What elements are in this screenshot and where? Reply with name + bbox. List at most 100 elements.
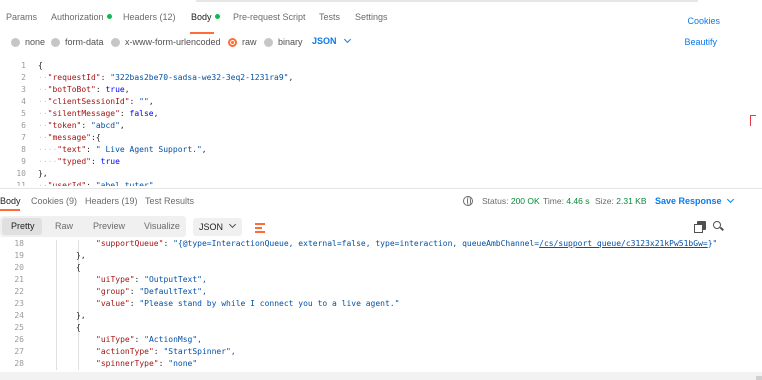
cookies-link[interactable]: Cookies <box>687 16 720 26</box>
code-text: ····"text": " Live Agent Support.", <box>38 145 207 154</box>
radio-binary[interactable]: binary <box>264 37 303 47</box>
code-text: ····"typed": true <box>38 157 120 166</box>
radio-form-data-label: form-data <box>65 37 104 47</box>
radio-binary-circle <box>264 37 273 47</box>
line-number: 26 <box>14 335 24 344</box>
json-key: "userId" <box>47 181 87 186</box>
view-pretty-button[interactable]: Pretty <box>11 221 35 231</box>
view-preview-button[interactable]: Preview <box>93 221 125 231</box>
code-line: 10}, <box>0 168 728 180</box>
json-key: "message" <box>47 133 91 142</box>
code-token: }, <box>76 311 86 320</box>
line-number: 6 <box>21 121 26 130</box>
tab-body[interactable]: Body <box>191 12 220 22</box>
response-tab-body[interactable]: Body <box>0 196 21 206</box>
line-number: 2 <box>21 73 26 82</box>
save-response-button[interactable]: Save Response <box>655 195 734 206</box>
json-key: "supportQueue" <box>96 240 164 248</box>
request-body-editor[interactable]: 1{2 ··"requestId": "322bas2be70-sadsa-we3… <box>0 60 728 186</box>
radio-raw[interactable]: raw <box>228 37 257 47</box>
response-line: 27 "actionType": "StartSpinner", <box>0 346 728 358</box>
response-time[interactable]: Time: 4.46 s <box>543 196 589 206</box>
indent-dots: ·· <box>38 85 48 94</box>
line-number: 22 <box>14 287 24 296</box>
response-tabs: Body Cookies (9) Headers (19) Test Resul… <box>0 192 762 212</box>
radio-urlencoded[interactable]: x-www-form-urlencoded <box>111 37 221 47</box>
code-text: "group": "DefaultText", <box>96 287 207 296</box>
response-toolbar: Pretty Raw Preview Visualize JSON <box>0 216 762 238</box>
tab-prerequest-script[interactable]: Pre-request Script <box>233 12 306 22</box>
response-active-tab-indicator <box>0 209 20 211</box>
response-size[interactable]: Size: 2.31 KB <box>595 196 647 206</box>
queue-link[interactable]: /cs/support_queue/c3123x21kPw51bGw= <box>539 240 708 248</box>
json-key: "botToBot" <box>47 85 96 94</box>
wrap-line-1 <box>255 223 265 225</box>
json-key: "silentMessage" <box>47 109 120 118</box>
line-number: 23 <box>14 299 24 308</box>
code-text: ··"message":{ <box>38 133 101 142</box>
indent-dots: ·· <box>38 181 48 186</box>
json-value: { <box>95 133 101 142</box>
json-key: "uiType" <box>96 335 135 344</box>
tab-headers[interactable]: Headers (12) <box>123 12 176 22</box>
json-value-tail: }" <box>707 240 718 248</box>
json-value: false <box>129 109 154 118</box>
response-status[interactable]: Status: 200 OK <box>482 196 540 206</box>
json-key: "text" <box>57 145 87 154</box>
json-value: "none" <box>168 359 198 368</box>
view-visualize-button[interactable]: Visualize <box>144 221 180 231</box>
line-number: 1 <box>21 61 26 70</box>
status-value: 200 OK <box>510 196 540 206</box>
code-line: 9 ····"typed": true <box>0 156 728 168</box>
response-tab-cookies[interactable]: Cookies (9) <box>31 196 77 206</box>
response-line: 23 "value": "Please stand by while I conn… <box>0 298 728 310</box>
code-text: ··"requestId": "322bas2be70-sadsa-we32-3… <box>38 73 294 82</box>
indent-dots: ·· <box>38 109 48 118</box>
search-icon[interactable] <box>713 221 721 229</box>
tab-authorization[interactable]: Authorization <box>51 12 112 22</box>
code-token: }, <box>76 251 86 260</box>
code-text: "uiType": "OutputText", <box>96 275 207 284</box>
response-tab-headers[interactable]: Headers (19) <box>85 196 138 206</box>
code-text: "spinnerType": "none" <box>96 359 198 368</box>
line-number: 20 <box>14 263 24 272</box>
editor-resize-handle[interactable] <box>750 115 756 126</box>
copy-icon[interactable] <box>694 221 706 233</box>
top-divider <box>196 0 698 2</box>
indent-dots: ·· <box>38 121 48 130</box>
json-value: "322bas2be70-sadsa-we32-3eq2-1231ra9" <box>110 73 289 82</box>
code-line: 3 ··"botToBot": true, <box>0 84 728 96</box>
radio-none[interactable]: none <box>11 37 45 47</box>
indent-dots: ·· <box>38 73 48 82</box>
radio-urlencoded-label: x-www-form-urlencoded <box>125 37 221 47</box>
code-text: ··"token": "abcd", <box>38 121 125 130</box>
tab-tests[interactable]: Tests <box>319 12 340 22</box>
radio-binary-label: binary <box>278 37 303 47</box>
response-line: 21 "uiType": "OutputText", <box>0 274 728 286</box>
response-line: 19}, <box>0 250 728 262</box>
pane-divider[interactable] <box>0 188 762 189</box>
tab-params[interactable]: Params <box>6 12 37 22</box>
wrap-lines-icon[interactable] <box>252 219 268 235</box>
beautify-button[interactable]: Beautify <box>684 37 717 47</box>
line-number: 8 <box>21 145 26 154</box>
code-text: }, <box>38 168 48 180</box>
body-type-selector: none form-data x-www-form-urlencoded raw… <box>0 32 762 52</box>
globe-icon[interactable] <box>463 196 473 206</box>
tab-headers-count: (12) <box>159 12 176 22</box>
response-tab-test-results[interactable]: Test Results <box>145 196 194 206</box>
line-number: 25 <box>14 323 24 332</box>
code-line: 11 ··"userId": "abel tuter" <box>0 180 728 186</box>
radio-form-data[interactable]: form-data <box>51 37 104 47</box>
response-body-viewer[interactable]: 18 "supportQueue": "{@type=InteractionQue… <box>0 240 728 370</box>
code-line: 1{ <box>0 60 728 72</box>
status-label: Status: <box>482 196 509 206</box>
tab-settings[interactable]: Settings <box>355 12 388 22</box>
response-format-select[interactable]: JSON <box>193 218 242 236</box>
view-raw-button[interactable]: Raw <box>55 221 73 231</box>
authorization-status-dot <box>106 14 112 19</box>
raw-format-select[interactable]: JSON <box>312 35 351 46</box>
response-tab-headers-count: (19) <box>121 196 138 206</box>
tab-headers-label: Headers <box>123 12 158 22</box>
code-text: { <box>38 60 43 72</box>
